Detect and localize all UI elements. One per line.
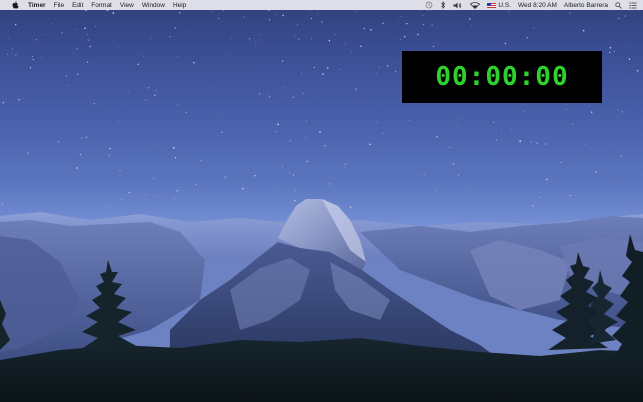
search-icon[interactable] <box>615 1 622 9</box>
menu-edit[interactable]: Edit <box>72 2 83 9</box>
menu-app-name[interactable]: Timer <box>28 2 46 9</box>
menu-window[interactable]: Window <box>142 2 165 9</box>
desktop: Timer File Edit Format View Window Help <box>0 0 643 402</box>
menu-bar: Timer File Edit Format View Window Help <box>0 0 643 10</box>
input-source-menu[interactable]: U.S. <box>487 2 511 9</box>
menu-format[interactable]: Format <box>91 2 112 9</box>
menu-help[interactable]: Help <box>173 2 186 9</box>
bluetooth-icon[interactable] <box>440 1 446 9</box>
timer-window[interactable]: 00:00:00 <box>402 51 602 103</box>
menu-view[interactable]: View <box>120 2 134 9</box>
wifi-icon[interactable] <box>470 1 481 9</box>
input-source-label: U.S. <box>498 1 512 9</box>
menu-clock[interactable]: Wed 8:20 AM <box>518 2 557 9</box>
time-machine-icon[interactable] <box>425 1 433 9</box>
volume-icon[interactable] <box>453 2 463 9</box>
us-flag-icon <box>487 2 497 8</box>
menu-file[interactable]: File <box>54 2 64 9</box>
user-menu[interactable]: Alberto Barrera <box>564 2 608 9</box>
apple-logo-icon[interactable] <box>8 1 22 9</box>
notification-center-icon[interactable] <box>629 1 637 9</box>
timer-display: 00:00:00 <box>435 62 569 92</box>
